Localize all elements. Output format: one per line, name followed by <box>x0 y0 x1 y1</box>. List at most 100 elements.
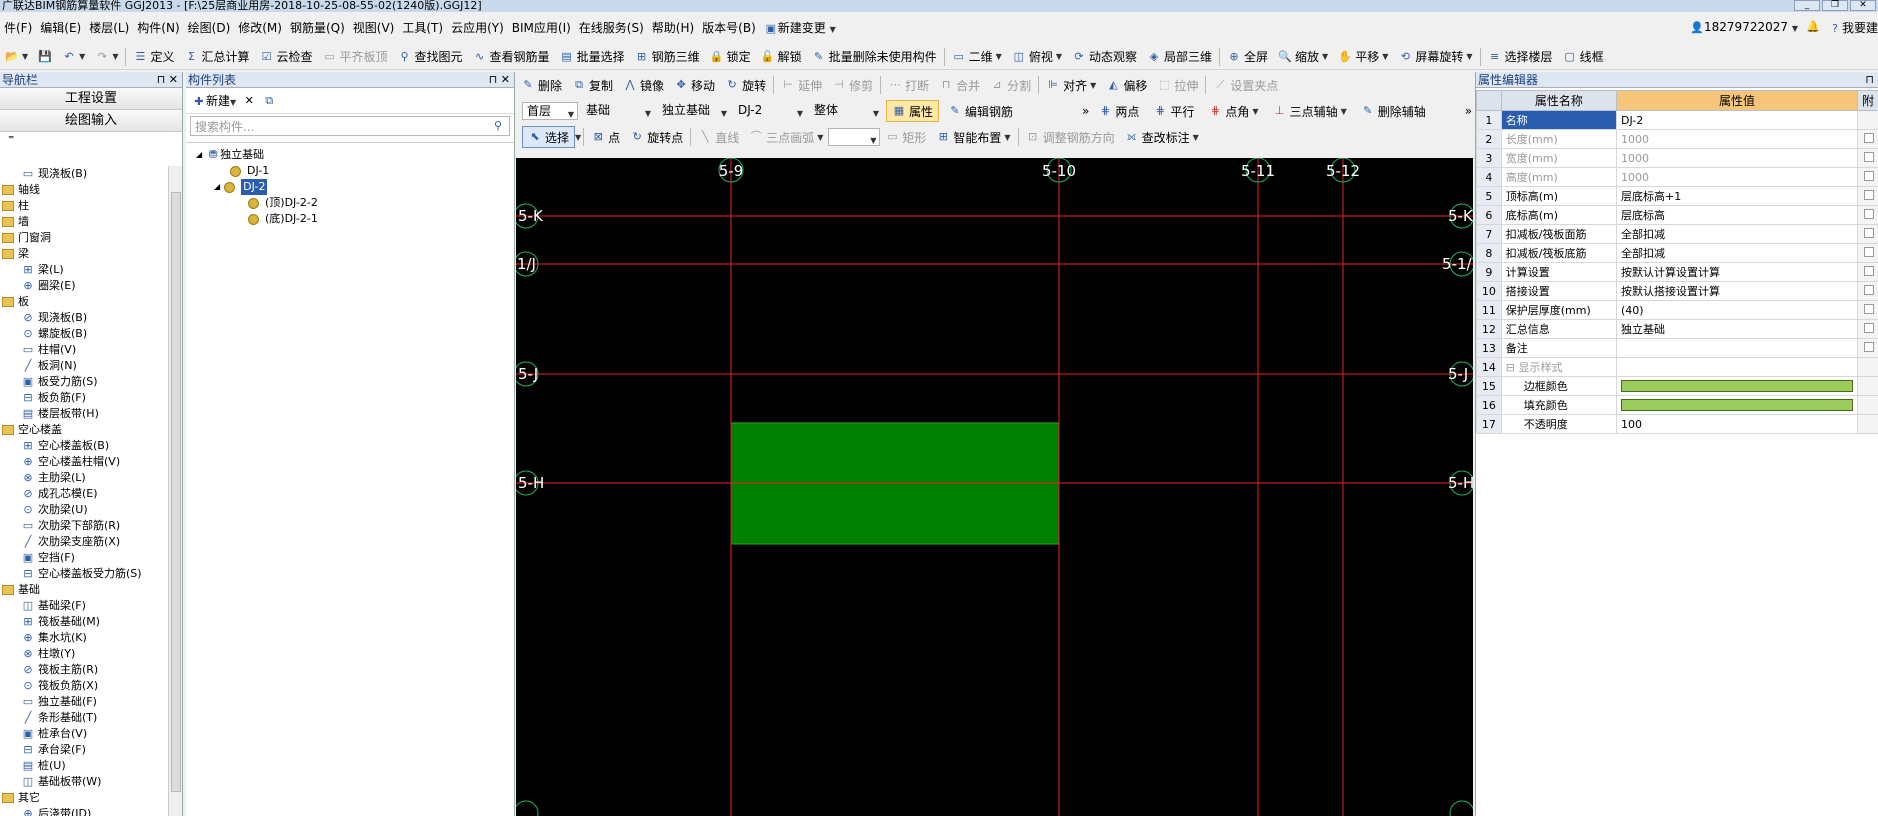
property-value[interactable]: 按默认搭接设置计算 <box>1615 281 1858 301</box>
extend-button[interactable]: ⊢ 延伸 <box>776 74 827 96</box>
attach-checkbox[interactable] <box>1863 132 1874 143</box>
nav-tree-item[interactable]: ⊘ 筏板主筋(R) <box>0 662 168 678</box>
property-extra[interactable] <box>1856 243 1878 263</box>
nav-tree-item[interactable]: ⊗ 主肋梁(L) <box>0 470 168 486</box>
three-point-axis-button[interactable]: ⊥ 三点辅轴 ▼ <box>1268 100 1352 122</box>
property-extra[interactable] <box>1856 205 1878 225</box>
property-value[interactable]: 层底标高+1 <box>1615 186 1858 206</box>
nav-tree-item[interactable]: ⊞ 空心楼盖板(B) <box>0 438 168 454</box>
nav-tree-item[interactable]: ⊕ 后浇带(JD) <box>0 806 168 816</box>
property-extra[interactable] <box>1856 224 1878 244</box>
nav-tree-item[interactable]: ╱ 板洞(N) <box>0 358 168 374</box>
property-row[interactable]: 8 扣减板/筏板底筋 全部扣减 <box>1476 243 1878 263</box>
property-extra[interactable] <box>1856 281 1878 301</box>
nav-tree-item[interactable]: ⊙ 筏板负筋(X) <box>0 678 168 694</box>
drawing-canvas[interactable]: 5-9 5-10 5-11 5-12 5-K 5-1/J 5-J 5-H 5-K… <box>516 158 1473 816</box>
adjust-rebar-dir-button[interactable]: ⊡ 调整钢筋方向 <box>1021 126 1120 148</box>
attach-checkbox[interactable] <box>1863 341 1874 352</box>
arc-tool-button[interactable]: ⌒ 三点画弧 ▼ <box>744 126 828 148</box>
nav-tree-item[interactable]: ⊟ 板负筋(F) <box>0 390 168 406</box>
property-row[interactable]: 11 保护层厚度(mm) (40) <box>1476 300 1878 320</box>
property-row[interactable]: 1 名称 DJ-2 <box>1476 110 1878 130</box>
category-select[interactable]: 基础 ▼ <box>582 102 654 120</box>
batch-delete-unused-button[interactable]: ✎ 批量删除未使用构件 <box>807 46 942 68</box>
offset-button[interactable]: ◭ 偏移 <box>1101 74 1152 96</box>
property-row[interactable]: 4 高度(mm) 1000 <box>1476 167 1878 187</box>
nav-tree-item[interactable]: ╱ 条形基础(T) <box>0 710 168 726</box>
tree-root-node[interactable]: ◢ ⛃ 独立基础 <box>186 147 514 163</box>
property-row[interactable]: 6 底标高(m) 层底标高 <box>1476 205 1878 225</box>
view-2d-button[interactable]: ▭ 二维 ▼ <box>947 46 1007 68</box>
unit-select[interactable]: 整体 ▼ <box>810 102 882 120</box>
bell-icon[interactable]: 🔔 <box>1806 20 1820 34</box>
mirror-button[interactable]: ⋀ 镜像 <box>618 74 669 96</box>
property-row[interactable]: 3 宽度(mm) 1000 <box>1476 148 1878 168</box>
drawing-input-button[interactable]: 绘图输入 <box>0 110 182 132</box>
property-extra[interactable] <box>1856 186 1878 206</box>
view-rebar-qty-button[interactable]: ∿ 查看钢筋量 <box>468 46 555 68</box>
wireframe-button[interactable]: ▢ 线框 <box>1558 46 1609 68</box>
property-extra[interactable] <box>1856 167 1878 187</box>
top-view-button[interactable]: ◫ 俯视 ▼ <box>1007 46 1067 68</box>
nav-scrollbar[interactable] <box>168 166 182 816</box>
cloud-check-button[interactable]: ☑ 云检查 <box>255 46 318 68</box>
rebar-3d-button[interactable]: ⊞ 钢筋三维 <box>630 46 705 68</box>
property-extra[interactable] <box>1856 262 1878 282</box>
property-row[interactable]: 13 备注 <box>1476 338 1878 358</box>
menu-help[interactable]: 帮助(H) <box>648 19 698 36</box>
nav-tree-item[interactable]: ⊘ 成孔芯模(E) <box>0 486 168 502</box>
nav-tree-item[interactable]: 门窗洞 <box>0 230 168 246</box>
chevron-down-icon[interactable]: ▼ <box>575 133 581 142</box>
zoom-button[interactable]: 🔍 缩放 ▼ <box>1273 46 1333 68</box>
property-value[interactable]: (40) <box>1615 300 1858 320</box>
orbit-button[interactable]: ⟳ 动态观察 <box>1067 46 1142 68</box>
property-extra[interactable] <box>1856 357 1878 377</box>
scrollbar-thumb[interactable] <box>171 192 181 792</box>
break-button[interactable]: ⋯ 打断 <box>883 74 934 96</box>
new-component-button[interactable]: ✚ 新建▼ <box>192 92 236 109</box>
trim-button[interactable]: ⊣ 修剪 <box>827 74 878 96</box>
property-value[interactable] <box>1615 357 1858 377</box>
pin-icon[interactable]: ⊓ ✕ <box>489 72 510 88</box>
nav-tree-item[interactable]: 柱 <box>0 198 168 214</box>
nav-tree-item[interactable]: ▣ 空挡(F) <box>0 550 168 566</box>
nav-tree-item[interactable]: ▭ 柱帽(V) <box>0 342 168 358</box>
copy-button[interactable]: ⧉ 复制 <box>567 74 618 96</box>
set-grip-button[interactable]: ⟋ 设置夹点 <box>1208 74 1283 96</box>
nav-tree-item[interactable]: ▤ 楼层板带(H) <box>0 406 168 422</box>
property-row[interactable]: 5 顶标高(m) 层底标高+1 <box>1476 186 1878 206</box>
property-value[interactable] <box>1615 376 1858 396</box>
nav-tree-item[interactable]: 梁 <box>0 246 168 262</box>
menu-component[interactable]: 构件(N) <box>133 19 183 36</box>
menu-draw[interactable]: 绘图(D) <box>184 19 235 36</box>
menu-cloud[interactable]: 云应用(Y) <box>447 19 508 36</box>
line-tool-button[interactable]: ╲ 直线 <box>693 126 744 148</box>
property-extra[interactable] <box>1856 148 1878 168</box>
align-button[interactable]: ⊫ 对齐 ▼ <box>1041 74 1101 96</box>
property-value[interactable]: 层底标高 <box>1615 205 1858 225</box>
tree-node-dj2-top[interactable]: (顶)DJ-2-2 <box>186 195 514 211</box>
smart-layout-button[interactable]: ⊞ 智能布置 ▼ <box>931 126 1015 148</box>
stretch-button[interactable]: ⬚ 拉伸 <box>1152 74 1203 96</box>
attach-checkbox[interactable] <box>1863 284 1874 295</box>
menu-new-change[interactable]: ▣ 新建变更 ▼ <box>760 19 840 36</box>
property-row[interactable]: 15 边框颜色 <box>1476 376 1878 396</box>
select-floor-button[interactable]: ≡ 选择楼层 <box>1483 46 1558 68</box>
close-button[interactable]: ✕ <box>1850 0 1876 11</box>
property-value[interactable]: 全部扣减 <box>1615 243 1858 263</box>
nav-tree-item[interactable]: ⊙ 螺旋板(B) <box>0 326 168 342</box>
menu-version[interactable]: 版本号(B) <box>698 19 760 36</box>
lock-button[interactable]: 🔒 锁定 <box>705 46 756 68</box>
tree-node-dj2-bottom[interactable]: (底)DJ-2-1 <box>186 211 514 227</box>
nav-tree-item[interactable]: ▣ 桩承台(V) <box>0 726 168 742</box>
copy-icon[interactable]: ⧉ <box>262 94 276 108</box>
minimize-button[interactable]: _ <box>1794 0 1820 11</box>
menu-view[interactable]: 视图(V) <box>349 19 399 36</box>
property-extra[interactable] <box>1856 129 1878 149</box>
property-value[interactable] <box>1615 338 1858 358</box>
menu-online[interactable]: 在线服务(S) <box>575 19 648 36</box>
property-row[interactable]: 2 长度(mm) 1000 <box>1476 129 1878 149</box>
properties-button[interactable]: ▦ 属性 <box>886 100 940 122</box>
menu-tools[interactable]: 工具(T) <box>398 19 447 36</box>
nav-tree-item[interactable]: ⊟ 空心楼盖板受力筋(S) <box>0 566 168 582</box>
